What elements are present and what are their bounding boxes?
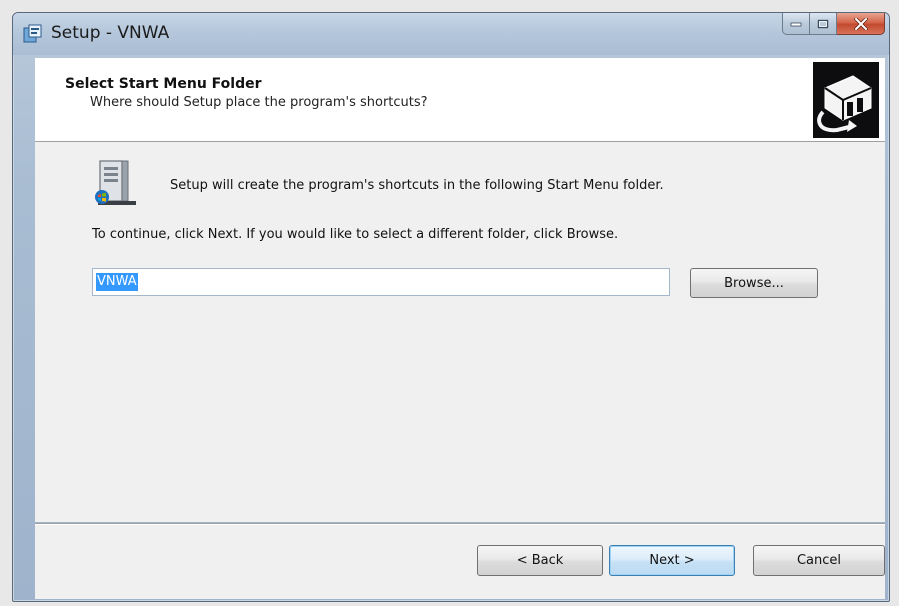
caption-buttons xyxy=(782,13,885,35)
wizard-footer: < Back Next > Cancel xyxy=(35,525,885,599)
maximize-button[interactable] xyxy=(810,13,837,35)
wizard-body: Setup will create the program's shortcut… xyxy=(35,142,885,522)
browse-button[interactable]: Browse... xyxy=(690,268,818,298)
minimize-button[interactable] xyxy=(782,13,810,35)
minimize-icon xyxy=(790,22,802,26)
next-button[interactable]: Next > xyxy=(609,545,735,576)
close-button[interactable] xyxy=(837,13,885,35)
window-title: Setup - VNWA xyxy=(51,23,170,43)
start-menu-folder-icon xyxy=(92,159,138,207)
setup-window: Setup - VNWA Select Start Menu Folder Wh… xyxy=(12,12,890,602)
folder-value-selected[interactable]: VNWA xyxy=(96,273,138,291)
wizard-logo-icon xyxy=(813,62,879,138)
start-menu-folder-input[interactable] xyxy=(92,268,670,296)
page-subtitle: Where should Setup place the program's s… xyxy=(90,95,428,110)
page-title: Select Start Menu Folder xyxy=(65,76,262,92)
setup-app-icon xyxy=(23,24,43,44)
cancel-button[interactable]: Cancel xyxy=(753,545,885,576)
title-bar[interactable]: Setup - VNWA xyxy=(13,13,889,55)
info-text: Setup will create the program's shortcut… xyxy=(170,178,664,193)
close-icon xyxy=(853,17,868,30)
maximize-icon xyxy=(817,19,829,28)
continue-instructions: To continue, click Next. If you would li… xyxy=(92,227,619,242)
back-button[interactable]: < Back xyxy=(477,545,603,576)
wizard-header: Select Start Menu Folder Where should Se… xyxy=(35,58,885,142)
